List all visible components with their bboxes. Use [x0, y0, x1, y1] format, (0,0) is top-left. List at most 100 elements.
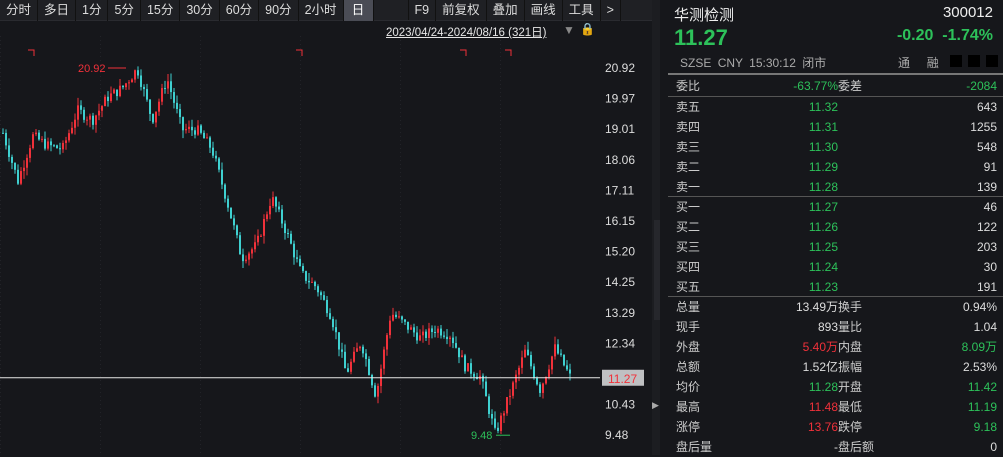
stat-value: 0.94%	[962, 300, 997, 314]
y-tick-label: 19.01	[605, 122, 635, 136]
candle-body	[53, 145, 55, 147]
candle-body	[239, 235, 241, 255]
candle-body	[152, 113, 154, 123]
y-tick-label: 12.34	[605, 336, 635, 350]
level-volume: 203	[976, 240, 997, 254]
candle-body	[515, 374, 517, 383]
candle-body	[56, 145, 58, 149]
candle-body	[488, 396, 490, 414]
level-volume: 1255	[970, 120, 997, 134]
order-book-row: 卖三 11.30 548	[668, 137, 1003, 157]
candle-body	[557, 344, 559, 354]
tab-period[interactable]: 15分	[141, 0, 181, 21]
order-book-row: 卖二 11.29 91	[668, 157, 1003, 177]
candle-body	[182, 117, 184, 131]
y-tick-label: 15.20	[605, 245, 635, 259]
candle-body	[104, 96, 106, 107]
order-book-row: 卖四 11.31 1255	[668, 117, 1003, 137]
level-price: 11.30	[808, 140, 838, 154]
dropdown-arrow-icon[interactable]: ▼	[563, 23, 575, 37]
candle-body	[236, 225, 238, 236]
candle-body	[566, 365, 568, 370]
candle-body	[563, 354, 565, 366]
candle-body	[419, 335, 421, 341]
tab-period[interactable]: 5分	[108, 0, 141, 21]
level-volume: 122	[976, 220, 997, 234]
candle-body	[68, 133, 70, 141]
tool-button[interactable]: >	[601, 0, 621, 21]
candle-body	[41, 138, 43, 140]
candle-body	[92, 115, 94, 125]
candlestick-chart[interactable]: 20.92 19.97 19.01 18.06 17.11 16.15 15.20 14.25…	[0, 36, 655, 455]
candle-body	[326, 299, 328, 314]
tool-button[interactable]: 画线	[525, 0, 563, 21]
y-tick-label: 16.15	[605, 214, 635, 228]
stat-value: 13.49万	[795, 300, 838, 314]
stats-row: 现手 893 量比 1.04	[668, 317, 1003, 337]
candle-body	[350, 361, 352, 372]
candle-body	[359, 346, 361, 349]
level-label: 卖五	[676, 100, 701, 114]
y-tick-label: 18.06	[605, 153, 635, 167]
tab-period[interactable]: 90分	[259, 0, 299, 21]
tab-period[interactable]: 2小时	[299, 0, 344, 21]
indicator-block	[968, 55, 980, 67]
stat-value: 11.48	[808, 400, 838, 414]
candle-body	[149, 99, 151, 114]
change-value: -0.20	[896, 27, 934, 44]
candle-body	[461, 355, 463, 358]
candle-body	[392, 314, 394, 321]
stat-label: 最高	[676, 400, 701, 414]
candle-body	[77, 105, 79, 120]
level-label: 卖二	[676, 160, 701, 174]
panel-splitter[interactable]: ▶	[652, 0, 660, 455]
candle-body	[107, 96, 109, 102]
y-tick-label: 13.29	[605, 306, 635, 320]
lock-icon[interactable]: 🔒	[580, 22, 595, 36]
stats-row: 总额 1.52亿 振幅 2.53%	[668, 357, 1003, 377]
level-volume: 643	[976, 100, 997, 114]
candle-body	[371, 374, 373, 386]
stat-value: 2.53%	[962, 360, 997, 374]
candle-body	[281, 209, 283, 224]
candle-body	[296, 257, 298, 259]
candle-body	[542, 383, 544, 393]
expand-arrow-icon[interactable]: ▶	[652, 400, 659, 411]
tab-period[interactable]: 1分	[76, 0, 109, 21]
period-marker	[505, 49, 512, 56]
candle-body	[8, 145, 10, 157]
tool-button[interactable]: 前复权	[436, 0, 487, 21]
stat-value: 8.09万	[961, 340, 997, 354]
candle-body	[551, 356, 553, 370]
order-book-row: 卖一 11.28 139	[668, 177, 1003, 197]
tab-period[interactable]: 60分	[220, 0, 260, 21]
candle-body	[257, 235, 259, 243]
candle-body	[125, 83, 127, 88]
candle-body	[146, 89, 148, 100]
candle-body	[533, 366, 535, 378]
low-label: 9.48	[471, 430, 492, 442]
level-price: 11.32	[808, 100, 838, 114]
stats-row: 均价 11.28 开盘 11.42	[668, 377, 1003, 397]
candle-body	[284, 223, 286, 234]
tool-button[interactable]: 工具	[563, 0, 601, 21]
tab-period[interactable]: 多日	[38, 0, 77, 21]
tool-button[interactable]: 叠加	[487, 0, 525, 21]
candle-body	[464, 355, 466, 372]
candle-body	[329, 313, 331, 319]
candle-body	[299, 258, 301, 267]
candle-body	[425, 331, 427, 338]
order-book-row: 买二 11.26 122	[668, 217, 1003, 237]
tab-period[interactable]: 日	[343, 0, 374, 21]
quote-time: 15:30:12	[749, 56, 796, 70]
candle-body	[62, 142, 64, 150]
stats-row: 最高 11.48 最低 11.19	[668, 397, 1003, 417]
candle-body	[212, 147, 214, 156]
candle-body	[539, 384, 541, 393]
tab-period[interactable]: 分时	[0, 0, 39, 21]
candle-body	[140, 75, 142, 87]
tab-period[interactable]: 30分	[180, 0, 220, 21]
stat-value: 9.18	[973, 420, 997, 434]
candle-body	[509, 395, 511, 398]
tool-button[interactable]: F9	[409, 0, 437, 21]
